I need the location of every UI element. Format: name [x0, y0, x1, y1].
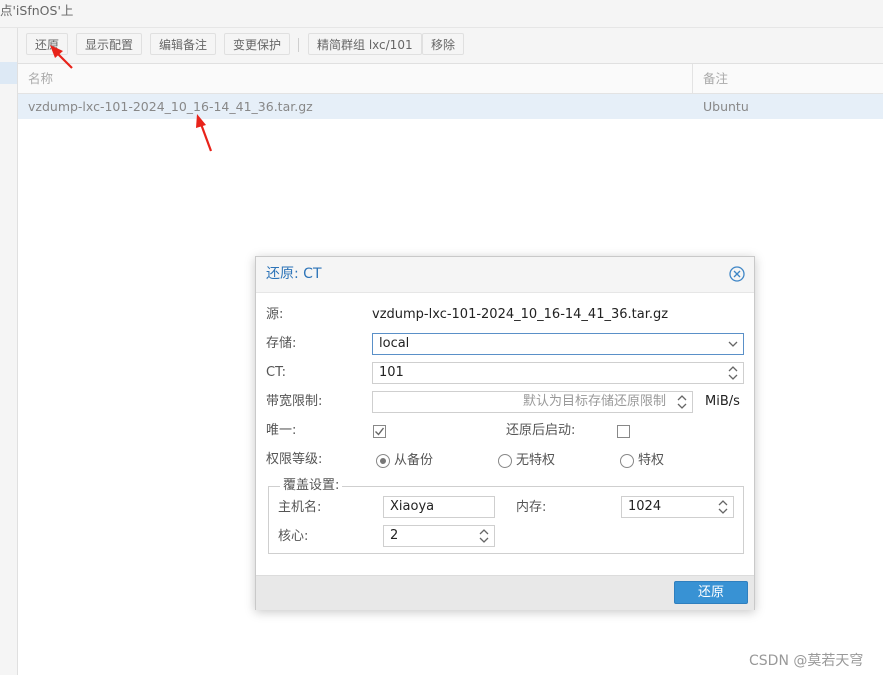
radio-privileged[interactable] [620, 454, 634, 468]
cores-value: 2 [390, 528, 399, 543]
change-protection-button[interactable]: 变更保护 [224, 33, 291, 55]
bwlimit-input[interactable]: 默认为目标存储还原限制 [372, 391, 693, 413]
table-row[interactable]: vzdump-lxc-101-2024_10_16-14_41_36.tar.g… [18, 94, 883, 119]
show-config-button[interactable]: 显示配置 [76, 33, 143, 55]
unique-label: 唯一: [266, 423, 297, 438]
check-icon [375, 427, 385, 436]
dialog-restore-button[interactable]: 还原 [674, 581, 748, 604]
dialog-header: 还原: CT [256, 257, 754, 293]
watermark: CSDN @莫若天穹 [749, 653, 864, 669]
ct-label: CT: [266, 365, 286, 380]
memory-label: 内存: [516, 500, 547, 515]
spinner-icon[interactable] [672, 392, 692, 412]
hostname-input[interactable]: Xiaoya [383, 496, 495, 518]
backup-toolbar: 还原 显示配置 编辑备注 变更保护 精简群组 lxc/101 移除 [18, 28, 883, 64]
bwlimit-placeholder: 默认为目标存储还原限制 [522, 394, 666, 409]
window-title: 点'iSfnOS'上 [0, 3, 74, 18]
storage-label: 存储: [266, 336, 297, 351]
hostname-label: 主机名: [278, 500, 322, 515]
dialog-footer: 还原 [256, 575, 754, 610]
tree-selected-row[interactable] [0, 62, 17, 84]
restore-ct-dialog: 还原: CT 源: vzdump-lxc-101-2024_10_16-14_4… [255, 256, 755, 610]
backup-name-cell: vzdump-lxc-101-2024_10_16-14_41_36.tar.g… [28, 99, 313, 114]
storage-select[interactable]: local [372, 333, 744, 355]
toolbar-separator [298, 38, 299, 52]
bwlimit-label: 带宽限制: [266, 394, 323, 409]
memory-value: 1024 [628, 499, 662, 514]
radio-unprivileged-label[interactable]: 无特权 [516, 453, 555, 469]
spinner-icon[interactable] [474, 526, 494, 546]
column-divider [692, 64, 693, 93]
cores-spinner[interactable]: 2 [383, 525, 495, 547]
spinner-icon[interactable] [723, 363, 743, 383]
source-value: vzdump-lxc-101-2024_10_16-14_41_36.tar.g… [372, 307, 669, 322]
override-settings-legend: 覆盖设置: [280, 478, 343, 494]
column-header-notes[interactable]: 备注 [703, 64, 728, 93]
backup-grid-header: 名称 备注 [18, 64, 883, 94]
radio-unprivileged[interactable] [498, 454, 512, 468]
privilege-label: 权限等级: [266, 452, 323, 467]
restore-button[interactable]: 还原 [26, 33, 69, 55]
start-after-restore-label: 还原后启动: [506, 423, 576, 438]
unique-checkbox[interactable] [373, 425, 386, 438]
app-page: 点'iSfnOS'上 还原 显示配置 编辑备注 变更保护 精简群组 lxc/10… [0, 0, 883, 675]
ct-id-value: 101 [379, 365, 404, 380]
backup-notes-cell: Ubuntu [703, 99, 749, 114]
memory-spinner[interactable]: 1024 [621, 496, 734, 518]
spinner-icon[interactable] [713, 497, 733, 517]
cores-label: 核心: [278, 529, 309, 544]
remove-button[interactable]: 移除 [422, 33, 465, 55]
annotation-arrow-row [196, 114, 213, 152]
radio-privileged-label[interactable]: 特权 [638, 453, 664, 469]
dialog-title: 还原: CT [266, 266, 322, 282]
edit-notes-button[interactable]: 编辑备注 [150, 33, 217, 55]
radio-from-backup-label[interactable]: 从备份 [394, 453, 433, 469]
close-icon[interactable] [729, 266, 745, 282]
chevron-down-icon[interactable] [723, 334, 743, 354]
ct-id-spinner[interactable]: 101 [372, 362, 744, 384]
bwlimit-unit: MiB/s [705, 394, 740, 409]
hostname-value: Xiaoya [390, 499, 435, 514]
resource-tree-panel [0, 28, 18, 675]
start-after-restore-checkbox[interactable] [617, 425, 630, 438]
prune-group-button[interactable]: 精简群组 lxc/101 [308, 33, 422, 55]
column-header-name[interactable]: 名称 [28, 64, 53, 93]
storage-select-value: local [379, 336, 410, 351]
radio-from-backup[interactable] [376, 454, 390, 468]
source-label: 源: [266, 307, 284, 322]
window-titlebar: 点'iSfnOS'上 [0, 0, 883, 28]
